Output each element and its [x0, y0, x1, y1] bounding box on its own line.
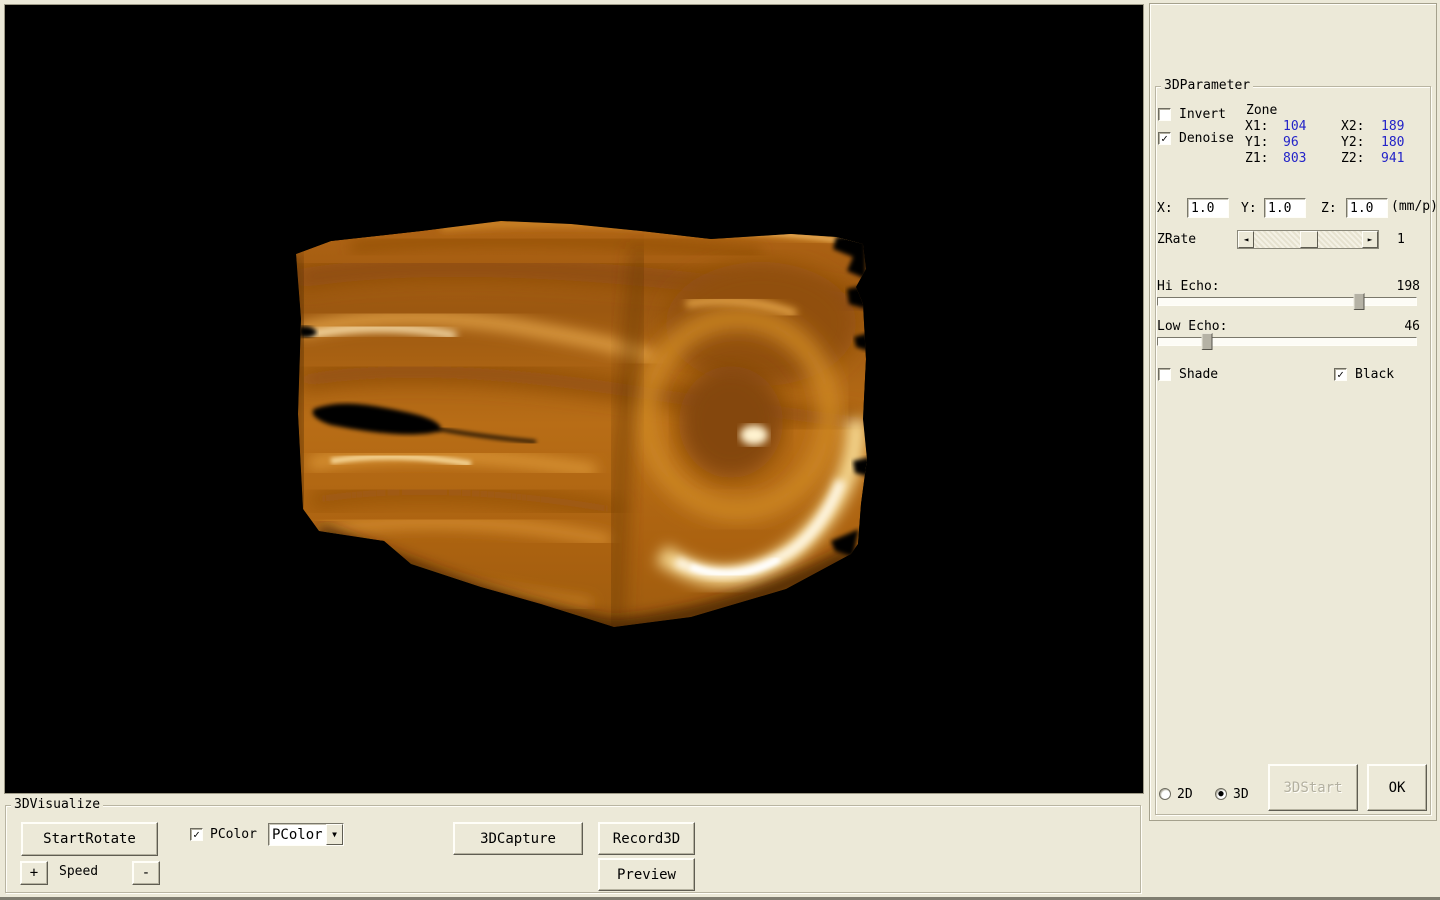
- mode-2d-label: 2D: [1177, 788, 1193, 802]
- pcolor-checkbox-label: PColor: [210, 828, 257, 842]
- parameter-groupbox: 3DParameter: [1155, 86, 1431, 815]
- zone-y2-value: 180: [1381, 136, 1404, 150]
- zrate-left-arrow-button[interactable]: ◄: [1238, 231, 1254, 248]
- speed-plus-button[interactable]: +: [20, 861, 48, 885]
- scale-unit-label: (mm/p): [1391, 200, 1438, 214]
- zone-x2-value: 189: [1381, 120, 1404, 134]
- parameter-panel: 3DParameter Invert ✓ Denoise Zone X1: 10…: [1149, 3, 1437, 821]
- x-scale-label: X:: [1157, 202, 1173, 216]
- mode-3d-label: 3D: [1233, 788, 1249, 802]
- shade-checkbox[interactable]: [1158, 368, 1171, 381]
- black-label: Black: [1355, 368, 1394, 382]
- zrate-value: 1: [1397, 233, 1405, 247]
- left-arrow-icon: ◄: [1244, 236, 1249, 244]
- visualize-panel: 3DVisualize StartRotate + Speed - ✓ PCol…: [5, 805, 1141, 893]
- zone-y1-value: 96: [1283, 136, 1299, 150]
- right-arrow-icon: ►: [1368, 236, 1373, 244]
- pcolor-dropdown[interactable]: PColor ▼: [268, 823, 344, 846]
- hi-echo-label: Hi Echo:: [1157, 280, 1220, 294]
- mode-2d-radio[interactable]: [1159, 788, 1171, 800]
- zrate-scrollbar[interactable]: ◄ ►: [1237, 230, 1379, 249]
- 3dstart-button[interactable]: 3DStart: [1268, 764, 1358, 811]
- zone-z1-value: 803: [1283, 152, 1306, 166]
- zone-x1-value: 104: [1283, 120, 1306, 134]
- chevron-down-icon: ▼: [332, 831, 337, 839]
- app-window: { "window": { "bg_color": "#ece9d8", "vi…: [0, 0, 1440, 900]
- visualize-group-title: 3DVisualize: [11, 797, 103, 813]
- radio-dot-icon: ●: [1218, 790, 1223, 799]
- checkmark-icon: ✓: [1161, 133, 1168, 144]
- ultrasound-volume-render: [291, 209, 891, 641]
- parameter-group-title: 3DParameter: [1161, 78, 1253, 94]
- zrate-scrollbar-thumb[interactable]: [1300, 231, 1318, 248]
- x-scale-input[interactable]: [1187, 198, 1229, 218]
- zone-x1-label: X1:: [1245, 120, 1268, 134]
- zone-x2-label: X2:: [1341, 120, 1364, 134]
- shade-label: Shade: [1179, 368, 1218, 382]
- y-scale-input[interactable]: [1264, 198, 1306, 218]
- checkmark-icon: ✓: [1337, 369, 1344, 380]
- speed-label: Speed: [59, 865, 98, 879]
- render-viewport[interactable]: [4, 4, 1144, 794]
- low-echo-value: 46: [1396, 320, 1420, 334]
- mode-3d-radio[interactable]: ●: [1215, 788, 1227, 800]
- z-scale-input[interactable]: [1346, 198, 1388, 218]
- hi-echo-slider-thumb[interactable]: [1354, 293, 1365, 310]
- record3d-button[interactable]: Record3D: [598, 822, 695, 855]
- zrate-scrollbar-track[interactable]: [1254, 231, 1362, 248]
- low-echo-slider[interactable]: [1157, 337, 1417, 346]
- denoise-label: Denoise: [1179, 132, 1234, 146]
- z-scale-label: Z:: [1321, 202, 1337, 216]
- checkmark-icon: ✓: [193, 829, 200, 840]
- invert-checkbox[interactable]: [1158, 108, 1171, 121]
- ok-button[interactable]: OK: [1367, 764, 1427, 811]
- y-scale-label: Y:: [1241, 202, 1257, 216]
- zone-title: Zone: [1246, 104, 1277, 118]
- pcolor-checkbox[interactable]: ✓: [190, 828, 203, 841]
- zone-z1-label: Z1:: [1245, 152, 1268, 166]
- denoise-checkbox[interactable]: ✓: [1158, 132, 1171, 145]
- black-checkbox[interactable]: ✓: [1334, 368, 1347, 381]
- zone-z2-label: Z2:: [1341, 152, 1364, 166]
- zrate-label: ZRate: [1157, 233, 1196, 247]
- invert-label: Invert: [1179, 108, 1226, 122]
- low-echo-label: Low Echo:: [1157, 320, 1227, 334]
- zone-y2-label: Y2:: [1341, 136, 1364, 150]
- start-rotate-button[interactable]: StartRotate: [21, 822, 158, 856]
- preview-button[interactable]: Preview: [598, 858, 695, 891]
- low-echo-slider-thumb[interactable]: [1202, 333, 1213, 350]
- hi-echo-value: 198: [1396, 280, 1420, 294]
- hi-echo-slider[interactable]: [1157, 297, 1417, 306]
- zrate-right-arrow-button[interactable]: ►: [1362, 231, 1378, 248]
- zone-z2-value: 941: [1381, 152, 1404, 166]
- pcolor-dropdown-button[interactable]: ▼: [326, 824, 343, 845]
- pcolor-dropdown-value: PColor: [269, 827, 326, 843]
- 3dcapture-button[interactable]: 3DCapture: [453, 822, 583, 855]
- zone-y1-label: Y1:: [1245, 136, 1268, 150]
- speed-minus-button[interactable]: -: [132, 861, 160, 885]
